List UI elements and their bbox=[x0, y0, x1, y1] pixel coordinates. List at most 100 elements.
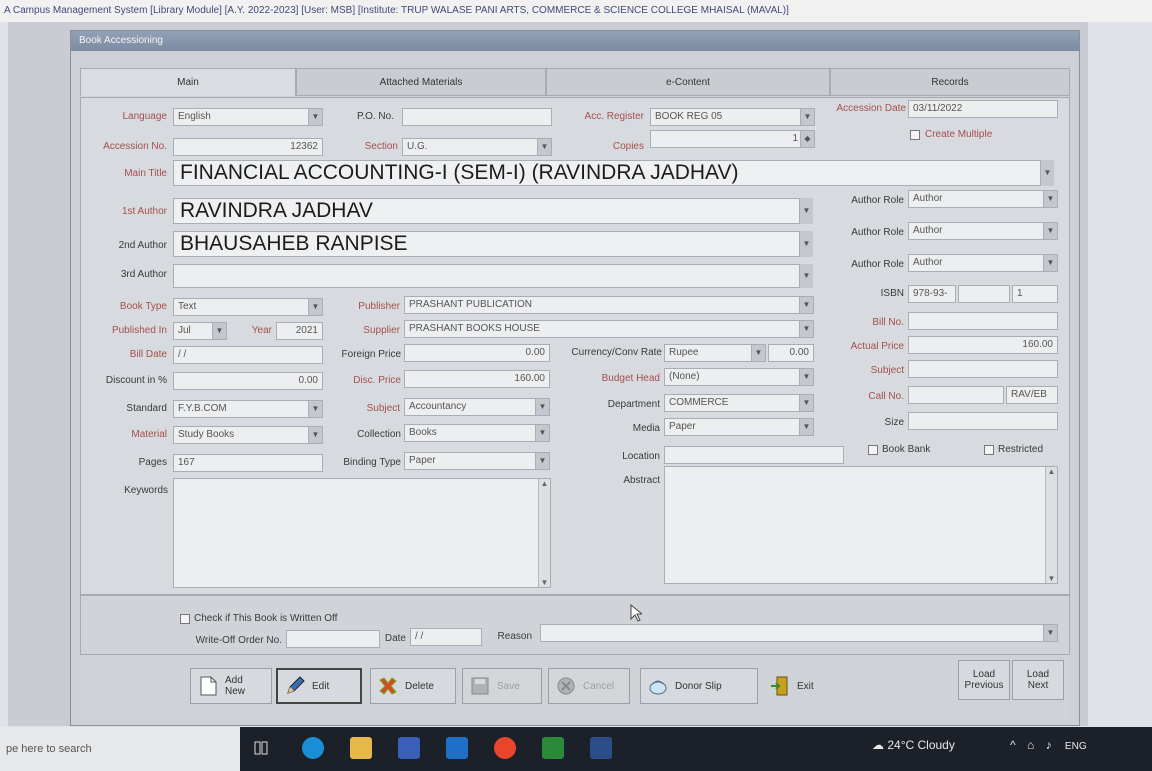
edge-browser-icon[interactable] bbox=[302, 737, 324, 759]
isbn-part3[interactable]: 1 bbox=[1012, 285, 1058, 303]
save-disk-icon bbox=[469, 675, 491, 697]
author1-input[interactable]: RAVINDRA JADHAV bbox=[173, 198, 813, 224]
foreign-price-input[interactable]: 0.00 bbox=[404, 344, 550, 362]
scroll-up-icon[interactable]: ▲ bbox=[1046, 467, 1057, 476]
subject-label: Subject bbox=[366, 403, 400, 414]
file-explorer-icon[interactable] bbox=[350, 737, 372, 759]
cancel-button[interactable]: Cancel bbox=[548, 668, 630, 704]
chevron-down-icon: ▼ bbox=[751, 345, 765, 361]
chevron-down-icon: ▼ bbox=[1043, 223, 1057, 239]
copies-spinner[interactable]: 1 ◆ bbox=[650, 130, 815, 148]
written-off-checkbox[interactable] bbox=[180, 614, 190, 624]
mail-icon[interactable] bbox=[446, 737, 468, 759]
speaker-icon[interactable]: ♪ bbox=[1046, 738, 1052, 752]
book-bank-checkbox[interactable] bbox=[868, 445, 878, 455]
tab-main[interactable]: Main bbox=[80, 68, 296, 96]
currency-select[interactable]: Rupee ▼ bbox=[664, 344, 766, 362]
load-next-button[interactable]: Load Next bbox=[1012, 660, 1064, 700]
delete-button[interactable]: Delete bbox=[370, 668, 456, 704]
tab-e-content[interactable]: e-Content bbox=[546, 68, 830, 96]
abstract-scrollbar[interactable]: ▲ ▼ bbox=[1045, 467, 1057, 583]
app-window-icon[interactable] bbox=[590, 737, 612, 759]
isbn-part2[interactable] bbox=[958, 285, 1010, 303]
year-input[interactable]: 2021 bbox=[276, 322, 323, 340]
restricted-checkbox[interactable] bbox=[984, 445, 994, 455]
binding-type-select[interactable]: Paper ▼ bbox=[404, 452, 550, 470]
exit-button[interactable]: Exit bbox=[762, 668, 832, 704]
author-role-select-2[interactable]: Author ▼ bbox=[908, 222, 1058, 240]
actual-price-input[interactable]: 160.00 bbox=[908, 336, 1058, 354]
pages-label: Pages bbox=[138, 457, 167, 468]
chevron-up-icon[interactable]: ^ bbox=[1010, 738, 1016, 752]
subject-code-input[interactable] bbox=[908, 360, 1058, 378]
department-select[interactable]: COMMERCE ▼ bbox=[664, 394, 814, 412]
save-button[interactable]: Save bbox=[462, 668, 542, 704]
author-role-select-1[interactable]: Author ▼ bbox=[908, 190, 1058, 208]
conv-rate-input[interactable]: 0.00 bbox=[768, 344, 814, 362]
material-select[interactable]: Study Books ▼ bbox=[173, 426, 323, 444]
keywords-textarea[interactable]: ▲ ▼ bbox=[173, 478, 551, 588]
standard-select[interactable]: F.Y.B.COM ▼ bbox=[173, 400, 323, 418]
subject-select[interactable]: Accountancy ▼ bbox=[404, 398, 550, 416]
write-off-date-input[interactable]: / / bbox=[410, 628, 482, 646]
published-month-select[interactable]: Jul ▼ bbox=[173, 322, 227, 340]
network-icon[interactable]: ⌂ bbox=[1027, 738, 1034, 752]
app-title-bar: A Campus Management System [Library Modu… bbox=[0, 0, 1152, 22]
media-select[interactable]: Paper ▼ bbox=[664, 418, 814, 436]
discount-input[interactable]: 0.00 bbox=[173, 372, 323, 390]
spinner-arrows-icon[interactable]: ◆ bbox=[800, 131, 814, 147]
store-icon[interactable] bbox=[398, 737, 420, 759]
system-tray[interactable]: ^ ⌂ ♪ ENG bbox=[1010, 727, 1087, 771]
donor-slip-button[interactable]: Donor Slip bbox=[640, 668, 758, 704]
tab-attached-materials[interactable]: Attached Materials bbox=[296, 68, 546, 96]
publisher-select[interactable]: PRASHANT PUBLICATION ▼ bbox=[404, 296, 814, 314]
edit-button[interactable]: Edit bbox=[276, 668, 362, 704]
author1-dropdown-icon[interactable]: ▼ bbox=[799, 198, 813, 224]
abstract-textarea[interactable]: ▲ ▼ bbox=[664, 466, 1058, 584]
acc-register-select[interactable]: BOOK REG 05 ▼ bbox=[650, 108, 815, 126]
taskbar-search-box[interactable]: pe here to search bbox=[0, 727, 240, 771]
keywords-scrollbar[interactable]: ▲ ▼ bbox=[538, 479, 550, 587]
disc-price-input[interactable]: 160.00 bbox=[404, 370, 550, 388]
call-no-input-2[interactable]: RAV/EB bbox=[1006, 386, 1058, 404]
call-no-input[interactable] bbox=[908, 386, 1004, 404]
scroll-up-icon[interactable]: ▲ bbox=[539, 479, 550, 488]
bill-date-input[interactable]: / / bbox=[173, 346, 323, 364]
collection-select[interactable]: Books ▼ bbox=[404, 424, 550, 442]
supplier-select[interactable]: PRASHANT BOOKS HOUSE ▼ bbox=[404, 320, 814, 338]
book-type-select[interactable]: Text ▼ bbox=[173, 298, 323, 316]
author2-input[interactable]: BHAUSAHEB RANPISE bbox=[173, 231, 813, 257]
create-multiple-checkbox[interactable] bbox=[910, 130, 920, 140]
author2-dropdown-icon[interactable]: ▼ bbox=[799, 231, 813, 257]
location-input[interactable] bbox=[664, 446, 844, 464]
language-indicator[interactable]: ENG bbox=[1065, 741, 1087, 752]
chrome-browser-icon[interactable] bbox=[494, 737, 516, 759]
budget-head-select[interactable]: (None) ▼ bbox=[664, 368, 814, 386]
accession-date-input[interactable]: 03/11/2022 bbox=[908, 100, 1058, 118]
excel-icon[interactable] bbox=[542, 737, 564, 759]
author3-dropdown-icon[interactable]: ▼ bbox=[799, 264, 813, 288]
task-view-icon[interactable] bbox=[250, 737, 272, 759]
scroll-down-icon[interactable]: ▼ bbox=[539, 578, 550, 587]
po-no-input[interactable] bbox=[402, 108, 552, 126]
weather-widget[interactable]: ☁ 24°C Cloudy bbox=[872, 727, 955, 771]
isbn-part1[interactable]: 978-93- bbox=[908, 285, 956, 303]
section-select[interactable]: U.G. ▼ bbox=[402, 138, 552, 156]
pages-input[interactable]: 167 bbox=[173, 454, 323, 472]
load-previous-button[interactable]: Load Previous bbox=[958, 660, 1010, 700]
author-role-select-3[interactable]: Author ▼ bbox=[908, 254, 1058, 272]
chevron-down-icon: ▼ bbox=[537, 139, 551, 155]
accession-no-input[interactable]: 12362 bbox=[173, 138, 323, 156]
add-new-button[interactable]: Add New bbox=[190, 668, 272, 704]
reason-select[interactable]: ▼ bbox=[540, 624, 1058, 642]
chevron-down-icon: ▼ bbox=[799, 419, 813, 435]
scroll-down-icon[interactable]: ▼ bbox=[1046, 574, 1057, 583]
language-select[interactable]: English ▼ bbox=[173, 108, 323, 126]
write-off-order-input[interactable] bbox=[286, 630, 380, 648]
main-title-dropdown-icon[interactable]: ▼ bbox=[1040, 160, 1054, 186]
tab-records[interactable]: Records bbox=[830, 68, 1070, 96]
bill-no-input[interactable] bbox=[908, 312, 1058, 330]
author3-input[interactable] bbox=[173, 264, 813, 288]
main-title-input[interactable]: FINANCIAL ACCOUNTING-I (SEM-I) (RAVINDRA… bbox=[173, 160, 1053, 186]
size-input[interactable] bbox=[908, 412, 1058, 430]
